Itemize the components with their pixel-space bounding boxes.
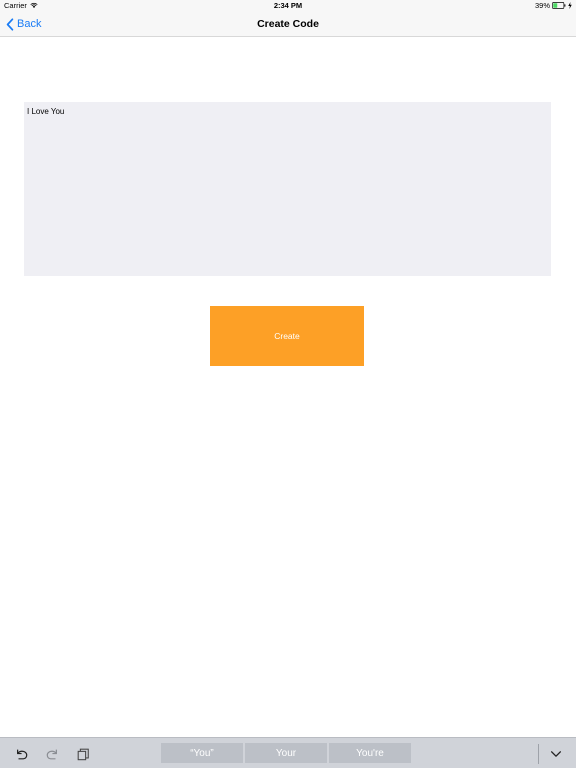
page-title: Create Code <box>257 18 319 30</box>
status-right: 39% <box>535 1 572 10</box>
charging-bolt-icon <box>568 2 572 9</box>
status-bar: Carrier 2:34 PM 39% <box>0 0 576 12</box>
keyboard-divider <box>538 744 539 764</box>
battery-percent: 39% <box>534 1 550 10</box>
create-button[interactable]: Create <box>210 306 364 366</box>
message-text-area[interactable]: I Love You <box>24 102 551 276</box>
status-time: 2:34 PM <box>273 1 303 10</box>
undo-icon[interactable] <box>15 747 29 761</box>
navigation-bar: Back Create Code <box>0 12 576 37</box>
suggestion-2[interactable]: Your <box>245 743 327 763</box>
chevron-down-icon[interactable] <box>549 747 563 761</box>
battery-icon <box>552 2 566 9</box>
screen: Carrier 2:34 PM 39% Back Create Code I L… <box>0 0 576 768</box>
suggestion-1[interactable]: “You” <box>161 743 243 763</box>
redo-icon[interactable] <box>45 747 59 761</box>
suggestion-3[interactable]: You're <box>329 743 411 763</box>
paste-icon[interactable] <box>76 747 90 761</box>
keyboard-shortcut-bar: “You” Your You're <box>0 737 576 768</box>
